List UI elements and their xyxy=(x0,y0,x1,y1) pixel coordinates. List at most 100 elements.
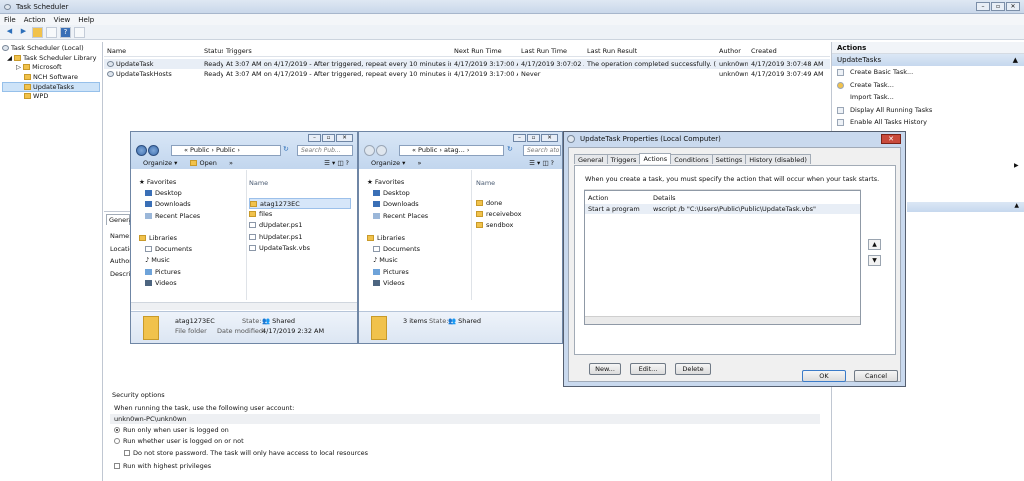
nav-pictures[interactable]: Pictures xyxy=(367,267,457,278)
tree-item-wpd[interactable]: WPD xyxy=(2,92,100,102)
properties-icon[interactable] xyxy=(74,26,85,38)
restore-button[interactable]: ▫ xyxy=(991,2,1005,11)
search-input[interactable]: Search Pub... xyxy=(297,145,353,156)
collapse-icon[interactable]: ▲ xyxy=(1013,54,1018,66)
nav-recent-places[interactable]: Recent Places xyxy=(139,211,229,222)
col-last-run[interactable]: Last Run Time xyxy=(518,47,584,56)
actions-section-updatetasks[interactable]: UpdateTasks ▲ xyxy=(832,54,1024,66)
maximize-button[interactable]: ▫ xyxy=(322,134,335,142)
refresh-icon[interactable]: ↻ xyxy=(507,145,513,153)
nav-libraries[interactable]: Libraries xyxy=(367,233,457,244)
nav-downloads[interactable]: Downloads xyxy=(367,199,457,210)
search-input[interactable]: Search ato xyxy=(523,145,561,156)
list-item[interactable]: sendbox xyxy=(476,220,556,231)
radio-whether-logged[interactable]: Run whether user is logged on or not xyxy=(114,437,244,445)
more-commands-button[interactable]: » xyxy=(418,159,422,167)
tab-actions[interactable]: Actions xyxy=(639,153,672,164)
col-triggers[interactable]: Triggers xyxy=(223,47,451,56)
nav-libraries[interactable]: Libraries xyxy=(139,233,229,244)
col-action[interactable]: Action xyxy=(588,194,608,202)
nav-documents[interactable]: Documents xyxy=(139,244,229,255)
tab-settings[interactable]: Settings xyxy=(711,154,747,164)
list-item[interactable]: hUpdater.ps1 xyxy=(249,232,351,243)
col-details[interactable]: Details xyxy=(653,194,676,202)
forward-arrow-icon[interactable]: ▶ xyxy=(18,27,29,38)
tab-general[interactable]: General xyxy=(574,154,608,164)
nav-desktop[interactable]: Desktop xyxy=(139,188,229,199)
close-button[interactable]: ✕ xyxy=(336,134,353,142)
column-name-header[interactable]: Name xyxy=(476,179,495,187)
radio-logged-on[interactable]: Run only when user is logged on xyxy=(114,426,229,434)
open-button[interactable]: Open xyxy=(189,159,217,167)
actions-section-selected[interactable]: ▲ xyxy=(907,202,1024,212)
back-button[interactable] xyxy=(136,145,147,156)
nav-music[interactable]: ♪ Music xyxy=(139,255,229,266)
action-create-basic-task[interactable]: Create Basic Task... xyxy=(832,66,1024,79)
nav-desktop[interactable]: Desktop xyxy=(367,188,457,199)
horizontal-scrollbar[interactable] xyxy=(131,302,357,310)
nav-pictures[interactable]: Pictures xyxy=(139,267,229,278)
organize-button[interactable]: Organize ▾ xyxy=(371,159,405,167)
cancel-button[interactable]: Cancel xyxy=(854,370,898,382)
collapse-icon[interactable]: ▲ xyxy=(1014,202,1019,209)
col-next-run[interactable]: Next Run Time xyxy=(451,47,518,56)
list-item[interactable]: atag1273EC xyxy=(249,198,351,210)
nav-favorites[interactable]: ★ Favorites xyxy=(139,177,229,188)
list-item[interactable]: receivebox xyxy=(476,209,556,220)
minimize-button[interactable]: – xyxy=(513,134,526,142)
refresh-icon[interactable]: ↻ xyxy=(283,145,289,153)
nav-videos[interactable]: Videos xyxy=(367,278,457,289)
back-button[interactable] xyxy=(364,145,375,156)
tree-item-updatetasks[interactable]: UpdateTasks xyxy=(2,82,100,92)
list-item[interactable]: dUpdater.ps1 xyxy=(249,220,351,231)
menu-view[interactable]: View xyxy=(54,16,71,24)
col-last-result[interactable]: Last Run Result xyxy=(584,47,716,56)
action-import-task[interactable]: Import Task... xyxy=(832,91,1024,104)
menu-file[interactable]: File xyxy=(4,16,16,24)
tree-item-nch[interactable]: NCH Software xyxy=(2,73,100,83)
move-up-button[interactable]: ▲ xyxy=(868,239,881,250)
tab-general[interactable]: General xyxy=(106,214,135,225)
help-icon[interactable]: ? xyxy=(60,26,71,38)
close-button[interactable]: ✕ xyxy=(1006,2,1020,11)
new-action-button[interactable]: New... xyxy=(589,363,621,375)
tree-item-microsoft[interactable]: ▷ Microsoft xyxy=(2,63,100,73)
checkbox-highest-privileges[interactable]: Run with highest privileges xyxy=(114,462,211,470)
tab-triggers[interactable]: Triggers xyxy=(606,154,641,164)
submenu-arrow-icon[interactable]: ▶ xyxy=(1014,162,1019,169)
nav-documents[interactable]: Documents xyxy=(367,244,457,255)
organize-button[interactable]: Organize ▾ xyxy=(143,159,177,167)
column-name-header[interactable]: Name xyxy=(249,179,268,187)
menu-action[interactable]: Action xyxy=(24,16,46,24)
nav-videos[interactable]: Videos xyxy=(139,278,229,289)
console-icon[interactable] xyxy=(46,26,57,38)
back-arrow-icon[interactable]: ◀ xyxy=(4,27,15,38)
table-row[interactable]: Start a program wscript /b "C:\Users\Pub… xyxy=(585,204,860,214)
menu-help[interactable]: Help xyxy=(78,16,94,24)
tab-conditions[interactable]: Conditions xyxy=(670,154,713,164)
more-commands-button[interactable]: » xyxy=(229,159,233,167)
delete-action-button[interactable]: Delete xyxy=(675,363,711,375)
nav-music[interactable]: ♪ Music xyxy=(367,255,457,266)
col-name[interactable]: Name xyxy=(104,47,201,56)
col-author[interactable]: Author xyxy=(716,47,748,56)
dialog-close-button[interactable]: ✕ xyxy=(881,134,901,144)
horizontal-scrollbar[interactable] xyxy=(585,316,860,324)
tab-history[interactable]: History (disabled) xyxy=(745,154,811,164)
forward-button[interactable] xyxy=(376,145,387,156)
address-bar[interactable]: « Public › Public › xyxy=(171,145,281,156)
maximize-button[interactable]: ▫ xyxy=(527,134,540,142)
minimize-button[interactable]: – xyxy=(308,134,321,142)
action-display-running[interactable]: Display All Running Tasks xyxy=(832,104,1024,117)
checkbox-no-password[interactable]: Do not store password. The task will onl… xyxy=(124,449,368,457)
move-down-button[interactable]: ▼ xyxy=(868,255,881,266)
action-enable-history[interactable]: Enable All Tasks History xyxy=(832,116,1024,129)
nav-favorites[interactable]: ★ Favorites xyxy=(367,177,457,188)
nav-recent-places[interactable]: Recent Places xyxy=(367,211,457,222)
edit-action-button[interactable]: Edit... xyxy=(630,363,666,375)
col-status[interactable]: Status xyxy=(201,47,223,56)
col-created[interactable]: Created xyxy=(748,47,828,56)
action-create-task[interactable]: Create Task... xyxy=(832,79,1024,92)
list-item[interactable]: done xyxy=(476,198,556,209)
table-row[interactable]: UpdateTask Ready At 3:07 AM on 4/17/2019… xyxy=(104,59,830,69)
